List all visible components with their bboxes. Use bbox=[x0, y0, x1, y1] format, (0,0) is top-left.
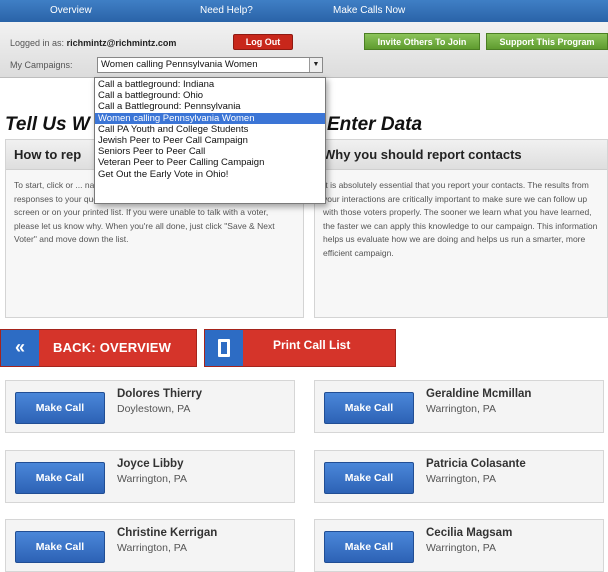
voter-name: Geraldine Mcmillan bbox=[426, 388, 532, 400]
voter-location: Warrington, PA bbox=[426, 473, 497, 485]
campaign-option[interactable]: Jewish Peer to Peer Call Campaign bbox=[95, 135, 325, 146]
logged-in-prefix: Logged in as: bbox=[10, 38, 65, 48]
campaign-option[interactable]: Veteran Peer to Peer Calling Campaign bbox=[95, 157, 325, 168]
back-overview-button[interactable]: « BACK: OVERVIEW bbox=[0, 329, 197, 367]
campaign-option[interactable]: Get Out the Early Vote in Ohio! bbox=[95, 169, 325, 180]
why-report-panel: Why you should report contacts It is abs… bbox=[314, 139, 608, 318]
campaign-option[interactable]: Women calling Pennsylvania Women bbox=[95, 112, 325, 124]
nav-need-help[interactable]: Need Help? bbox=[200, 5, 253, 16]
logout-button[interactable]: Log Out bbox=[233, 34, 293, 50]
voter-name: Cecilia Magsam bbox=[426, 527, 513, 539]
support-program-button[interactable]: Support This Program bbox=[486, 33, 608, 50]
back-overview-label: BACK: OVERVIEW bbox=[53, 340, 172, 355]
campaign-select[interactable]: Women calling Pennsylvania Women ▼ bbox=[97, 57, 323, 73]
voter-location: Warrington, PA bbox=[117, 542, 188, 554]
voter-card: Make Call Joyce Libby Warrington, PA bbox=[5, 450, 295, 503]
print-call-list-button[interactable]: Print Call List bbox=[204, 329, 396, 367]
campaigns-label: My Campaigns: bbox=[10, 60, 73, 70]
chevron-down-icon[interactable]: ▼ bbox=[309, 58, 322, 72]
make-call-button[interactable]: Make Call bbox=[15, 462, 105, 494]
why-report-heading: Why you should report contacts bbox=[315, 140, 607, 170]
voter-card: Make Call Dolores Thierry Doylestown, PA bbox=[5, 380, 295, 433]
make-call-button[interactable]: Make Call bbox=[15, 531, 105, 563]
voter-location: Warrington, PA bbox=[117, 473, 188, 485]
voter-name: Christine Kerrigan bbox=[117, 527, 218, 539]
campaign-option[interactable]: Call PA Youth and College Students bbox=[95, 124, 325, 135]
right-section-title: Enter Data bbox=[327, 114, 423, 135]
why-report-text: It is absolutely essential that you repo… bbox=[323, 180, 598, 258]
print-call-list-label: Print Call List bbox=[273, 338, 351, 352]
campaign-select-value: Women calling Pennsylvania Women bbox=[101, 59, 258, 70]
voter-card: Make Call Geraldine Mcmillan Warrington, P… bbox=[314, 380, 604, 433]
logged-in-text: Logged in as: richmintz@richmintz.com bbox=[10, 38, 176, 48]
voter-location: Doylestown, PA bbox=[117, 403, 191, 415]
left-section-title: Tell Us W bbox=[5, 114, 90, 135]
campaign-option[interactable]: Call a Battleground: Pennsylvania bbox=[95, 101, 325, 112]
campaign-option[interactable]: Call a battleground: Ohio bbox=[95, 90, 325, 101]
make-call-button[interactable]: Make Call bbox=[324, 392, 414, 424]
voter-card: Make Call Patricia Colasante Warrington, P… bbox=[314, 450, 604, 503]
campaign-option[interactable]: Seniors Peer to Peer Call bbox=[95, 146, 325, 157]
campaign-dropdown-list: Call a battleground: Indiana Call a battl… bbox=[94, 77, 326, 204]
voter-name: Patricia Colasante bbox=[426, 458, 526, 470]
make-call-button[interactable]: Make Call bbox=[324, 531, 414, 563]
double-chevron-left-icon: « bbox=[1, 330, 39, 366]
voter-location: Warrington, PA bbox=[426, 403, 497, 415]
make-call-button[interactable]: Make Call bbox=[15, 392, 105, 424]
top-nav: Overview Need Help? Make Calls Now bbox=[0, 0, 608, 22]
nav-overview[interactable]: Overview bbox=[50, 5, 92, 16]
logged-in-user: richmintz@richmintz.com bbox=[66, 38, 177, 48]
account-header: Logged in as: richmintz@richmintz.com Lo… bbox=[0, 22, 608, 78]
voter-name: Joyce Libby bbox=[117, 458, 184, 470]
nav-make-calls-now[interactable]: Make Calls Now bbox=[333, 5, 405, 16]
campaign-option[interactable]: Call a battleground: Indiana bbox=[95, 79, 325, 90]
voter-location: Warrington, PA bbox=[426, 542, 497, 554]
make-call-button[interactable]: Make Call bbox=[324, 462, 414, 494]
voter-name: Dolores Thierry bbox=[117, 388, 202, 400]
document-icon bbox=[205, 330, 243, 366]
invite-others-button[interactable]: Invite Others To Join bbox=[364, 33, 480, 50]
